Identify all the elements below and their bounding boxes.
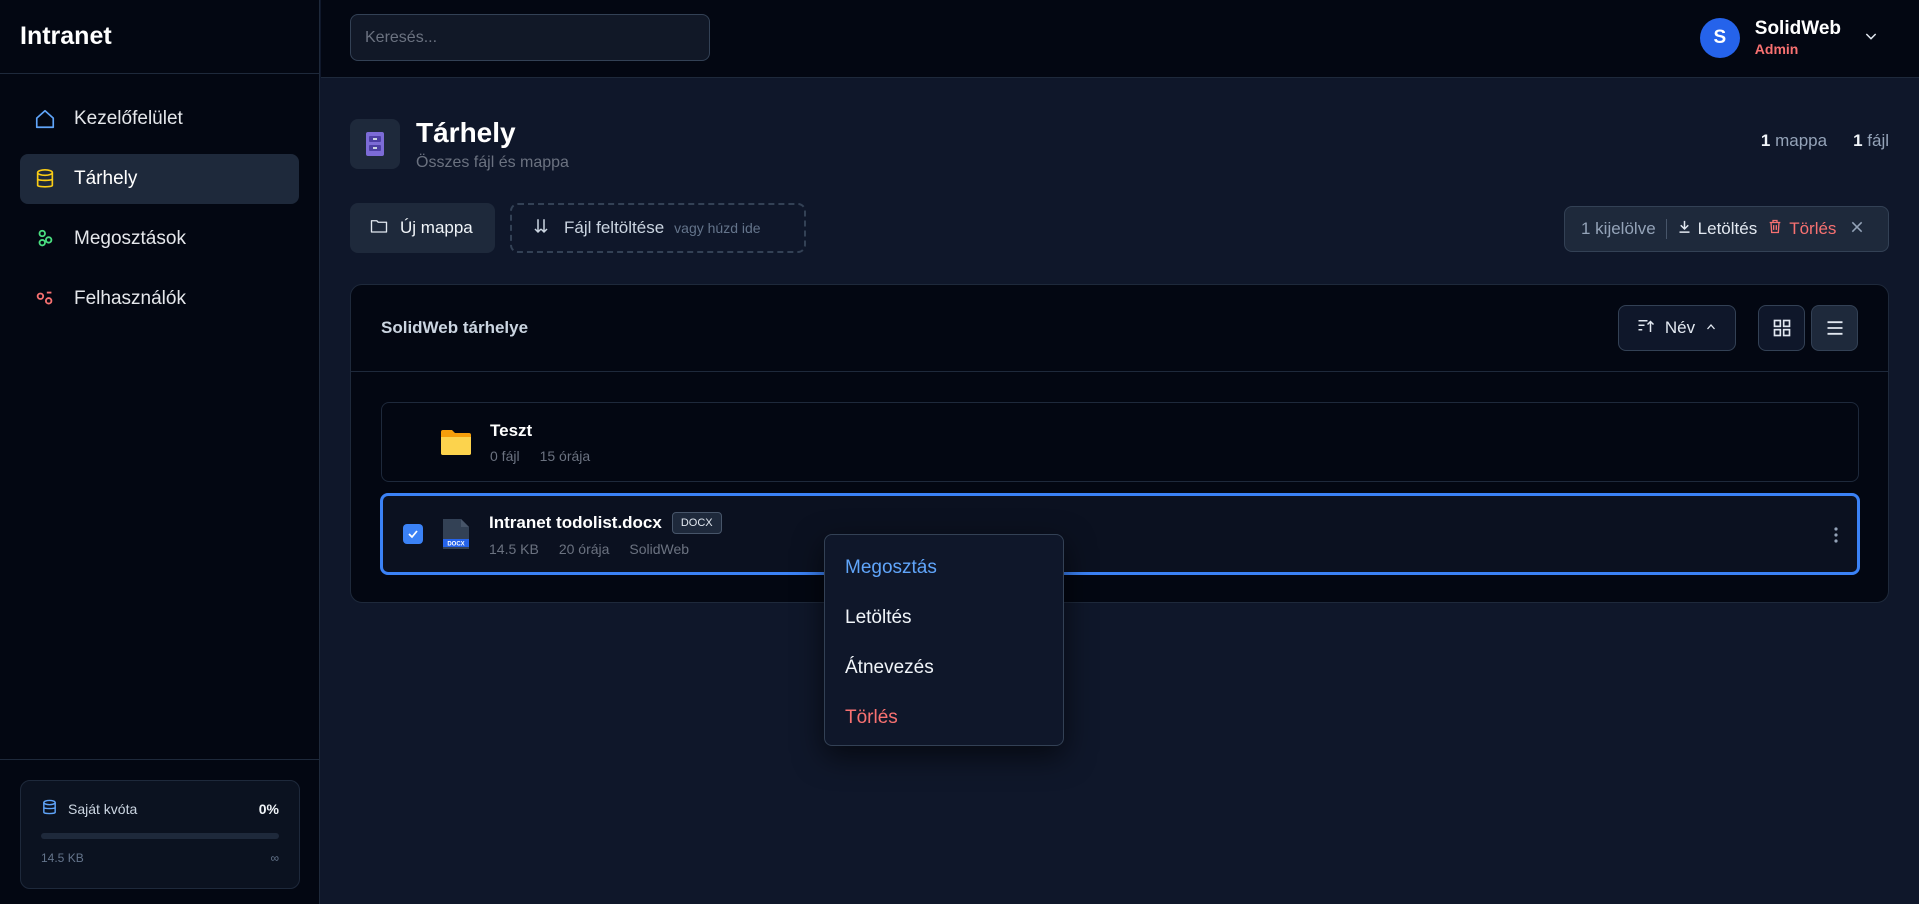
folder-icon (370, 218, 388, 239)
page-subtitle: Összes fájl és mappa (416, 154, 569, 171)
close-icon (1852, 221, 1863, 233)
database-icon (34, 168, 56, 190)
sidebar-item-storage[interactable]: Tárhely (20, 154, 299, 204)
sidebar-item-dashboard[interactable]: Kezelőfelület (20, 94, 299, 144)
menu-item-rename[interactable]: Átnevezés (825, 643, 1063, 693)
user-menu[interactable]: S SolidWeb Admin (1699, 18, 1879, 58)
page-header: Tárhely Összes fájl és mappa (350, 116, 569, 172)
file-type-badge: DOCX (671, 511, 722, 534)
sidebar-item-shares[interactable]: Megosztások (20, 214, 299, 264)
folder-file-count: 0 fájl (490, 447, 520, 464)
sidebar-item-label: Megosztások (74, 228, 186, 249)
quota-progress-bar (41, 833, 279, 839)
user-role: Admin (1754, 41, 1799, 57)
avatar: S (1699, 18, 1740, 58)
quota-percent: 0% (258, 801, 279, 817)
search-input[interactable] (350, 14, 710, 61)
file-select-checkbox[interactable] (403, 524, 423, 544)
folder-count: 1 mappa (1760, 131, 1828, 150)
delete-selected-button[interactable]: Törlés (1767, 218, 1836, 240)
quota-label: Saját kvóta (68, 801, 138, 817)
item-counts: 1 mappa 1 fájl (1761, 131, 1889, 151)
folder-row[interactable]: Teszt 0 fájl 15 órája (381, 402, 1859, 482)
download-selected-button[interactable]: Letöltés (1677, 219, 1757, 239)
sidebar-item-label: Kezelőfelület (74, 108, 183, 129)
more-options-icon[interactable] (1833, 526, 1839, 549)
sort-icon (1637, 318, 1655, 339)
download-icon (1677, 219, 1692, 239)
sidebar-nav: Kezelőfelület Tárhely Megosztások Felhas… (0, 74, 319, 354)
list-view-button[interactable] (1811, 305, 1858, 351)
sort-label: Név (1664, 318, 1696, 337)
chevron-down-icon (1863, 28, 1879, 49)
new-folder-button[interactable]: Új mappa (350, 203, 495, 253)
sort-button[interactable]: Név (1618, 305, 1736, 351)
folder-modified: 15 órája (539, 447, 591, 464)
upload-label: Fájl feltöltése (564, 218, 665, 237)
svg-text:DOCX: DOCX (447, 542, 464, 548)
sidebar: Intranet Kezelőfelület Tárhely Megosztás… (0, 0, 320, 904)
new-folder-label: Új mappa (400, 218, 473, 237)
file-browser-panel: SolidWeb tárhelye Név Teszt 0 fájl 15 ór… (350, 284, 1889, 603)
trash-icon (1767, 218, 1783, 240)
topbar: S SolidWeb Admin (321, 0, 1919, 78)
page-title: Tárhely (416, 117, 516, 148)
sidebar-item-users[interactable]: Felhasználók (20, 274, 299, 324)
file-cabinet-icon (350, 119, 400, 169)
home-icon (34, 108, 56, 130)
folder-name: Teszt (490, 420, 533, 440)
clear-selection-button[interactable] (1850, 219, 1864, 239)
grid-view-button[interactable] (1758, 305, 1805, 351)
check-icon (408, 530, 418, 539)
selection-toolbar: 1 kijelölve Letöltés Törlés (1564, 206, 1889, 252)
app-brand[interactable]: Intranet (0, 0, 319, 74)
database-icon (41, 799, 58, 819)
file-modified: 20 órája (558, 540, 610, 557)
users-icon (34, 288, 56, 310)
file-owner: SolidWeb (629, 540, 690, 557)
upload-hint: vagy húzd ide (674, 220, 761, 236)
folder-icon (440, 428, 472, 456)
file-name: Intranet todolist.docx (489, 512, 662, 532)
docx-file-icon: DOCX (441, 517, 471, 551)
sidebar-footer: Saját kvóta 0% 14.5 KB ∞ (0, 759, 320, 904)
menu-item-delete[interactable]: Törlés (825, 693, 1063, 743)
list-icon (1827, 321, 1842, 335)
upload-arrows-icon (532, 217, 550, 240)
grid-icon (1773, 319, 1790, 337)
menu-item-download[interactable]: Letöltés (825, 593, 1063, 643)
file-context-menu: Megosztás Letöltés Átnevezés Törlés (824, 534, 1064, 746)
sidebar-item-label: Felhasználók (74, 288, 186, 309)
menu-item-share[interactable]: Megosztás (825, 543, 1063, 593)
selection-count: 1 kijelölve (1581, 219, 1667, 239)
quota-used: 14.5 KB (41, 851, 84, 865)
panel-title: SolidWeb tárhelye (381, 318, 529, 337)
sidebar-item-label: Tárhely (74, 168, 138, 189)
share-icon (34, 228, 56, 250)
file-row[interactable]: DOCX Intranet todolist.docx DOCX 14.5 KB… (380, 493, 1860, 575)
quota-card: Saját kvóta 0% 14.5 KB ∞ (20, 780, 300, 889)
user-name: SolidWeb (1754, 18, 1841, 39)
file-count: 1 fájl (1853, 131, 1889, 150)
upload-dropzone[interactable]: Fájl feltöltése vagy húzd ide (510, 203, 806, 253)
chevron-up-icon (1705, 318, 1717, 338)
quota-limit: ∞ (270, 851, 279, 865)
file-size: 14.5 KB (489, 540, 539, 557)
